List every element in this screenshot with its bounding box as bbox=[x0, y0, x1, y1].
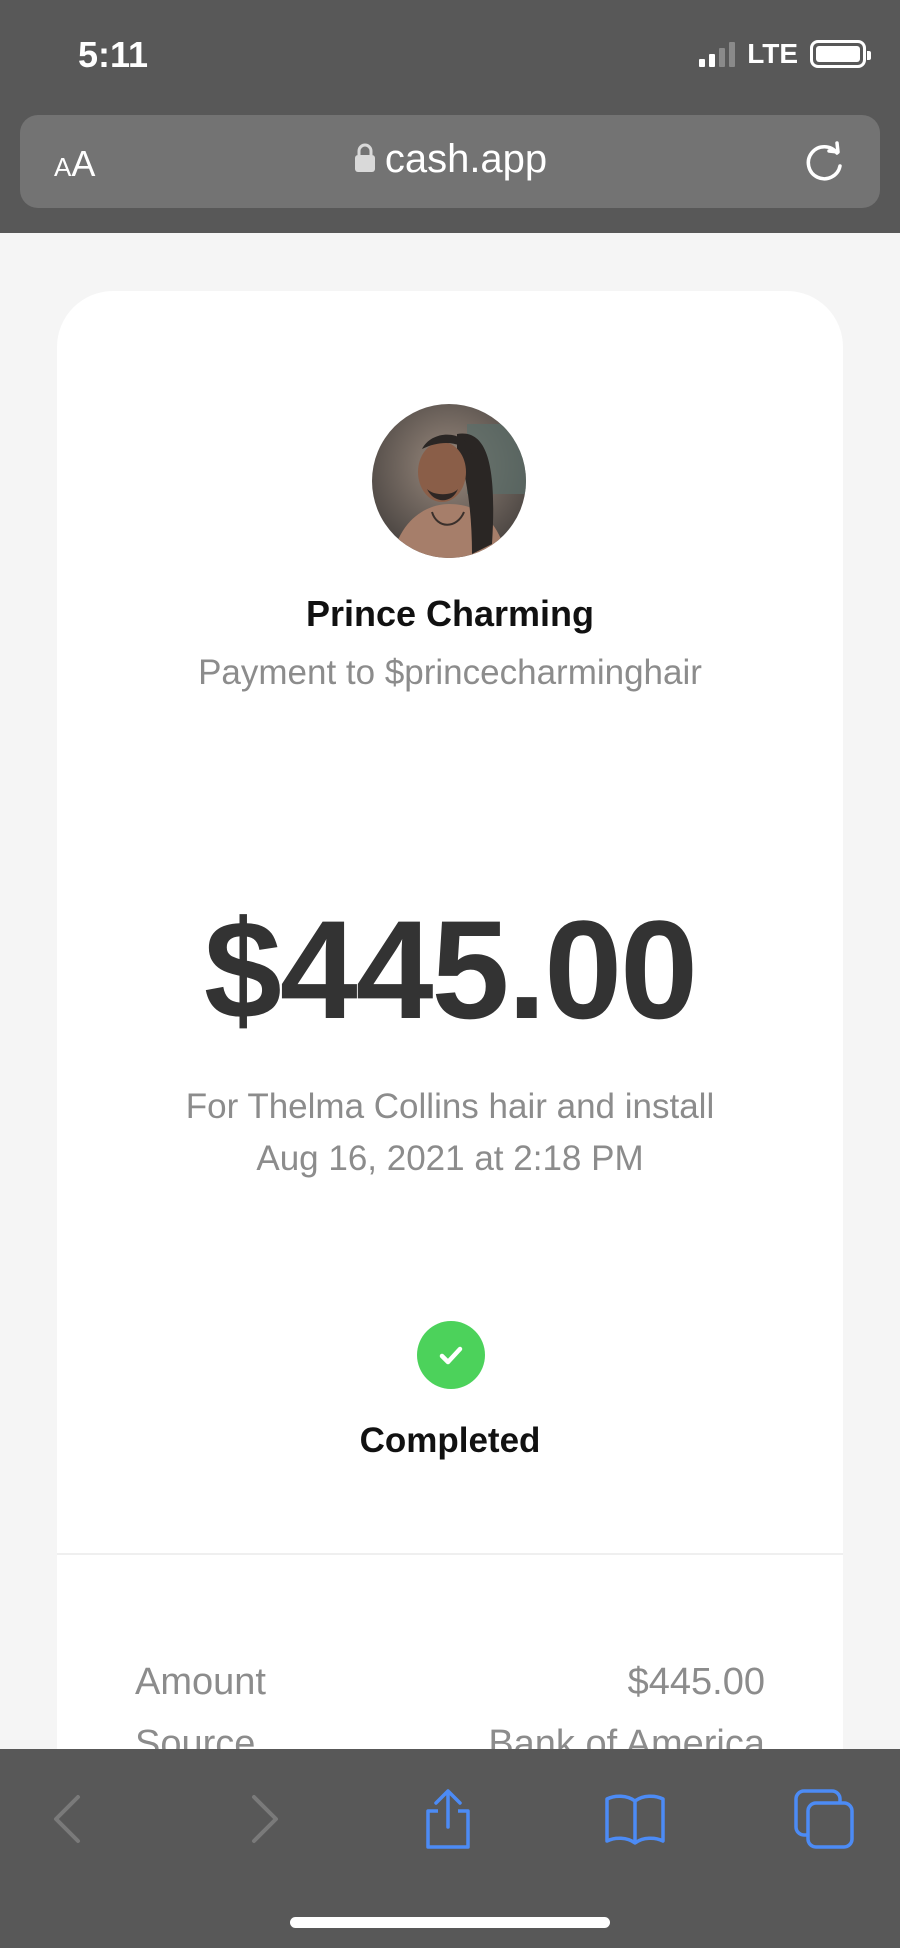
avatar bbox=[372, 404, 526, 558]
book-icon[interactable] bbox=[603, 1787, 667, 1851]
detail-label: Amount bbox=[135, 1661, 266, 1703]
tabs-icon[interactable] bbox=[792, 1787, 856, 1851]
browser-toolbar bbox=[0, 1749, 900, 1948]
chevron-right-icon[interactable] bbox=[230, 1787, 294, 1851]
status-time: 5:11 bbox=[78, 34, 149, 75]
reload-icon[interactable] bbox=[802, 139, 848, 185]
detail-value: $445.00 bbox=[627, 1661, 765, 1703]
chevron-left-icon[interactable] bbox=[38, 1787, 102, 1851]
payment-datetime: Aug 16, 2021 at 2:18 PM bbox=[256, 1139, 644, 1178]
payment-status: Completed bbox=[359, 1421, 541, 1460]
checkmark-icon bbox=[417, 1321, 485, 1389]
payment-amount: $445.00 bbox=[203, 891, 698, 1048]
detail-row-amount: Amount $445.00 bbox=[135, 1661, 765, 1704]
browser-top-chrome: 5:11 LTE A A cash.app bbox=[0, 0, 900, 233]
home-indicator[interactable] bbox=[290, 1917, 610, 1928]
network-type: LTE bbox=[747, 38, 798, 69]
share-icon[interactable] bbox=[416, 1787, 480, 1851]
battery-icon bbox=[810, 40, 871, 68]
url-display[interactable]: cash.app bbox=[20, 137, 880, 182]
avatar-image bbox=[372, 404, 526, 558]
recipient-name: Prince Charming bbox=[305, 593, 595, 634]
divider bbox=[57, 1553, 843, 1555]
lock-icon bbox=[354, 143, 375, 172]
url-text: cash.app bbox=[384, 137, 548, 181]
signal-icon bbox=[699, 41, 736, 67]
status-indicators: LTE bbox=[699, 38, 871, 70]
receipt-card: Prince Charming Payment to $princecharmi… bbox=[57, 291, 843, 1765]
address-bar[interactable]: A A cash.app bbox=[20, 115, 880, 208]
payment-note: For Thelma Collins hair and install bbox=[185, 1087, 715, 1126]
payment-note-block: For Thelma Collins hair and install Aug … bbox=[57, 1081, 843, 1185]
payment-recipient-handle: Payment to $princecharminghair bbox=[198, 653, 702, 692]
